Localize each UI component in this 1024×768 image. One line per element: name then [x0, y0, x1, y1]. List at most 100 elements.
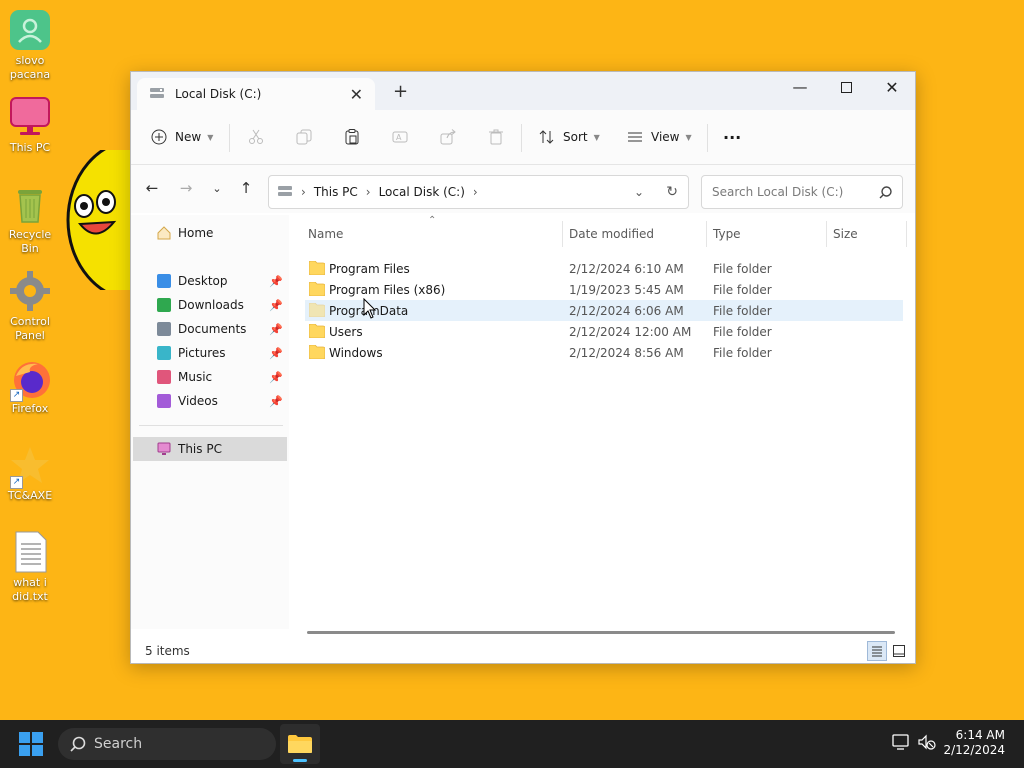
close-window-button[interactable]: ✕	[869, 72, 915, 102]
sidebar-item-downloads[interactable]: Downloads 📌	[133, 293, 287, 317]
up-button[interactable]: ↑	[235, 177, 257, 199]
search-input[interactable]	[710, 184, 879, 200]
share-button[interactable]	[440, 123, 456, 151]
sort-button[interactable]: Sort ▼	[539, 123, 600, 151]
file-row[interactable]: Windows 2/12/2024 8:56 AM File folder	[305, 342, 903, 363]
copy-button[interactable]	[296, 123, 312, 151]
minimize-button[interactable]: —	[777, 72, 823, 102]
rename-button[interactable]: A	[392, 123, 408, 151]
taskbar-clock[interactable]: 6:14 AM 2/12/2024	[943, 728, 1005, 758]
sidebar-item-home[interactable]: Home	[133, 221, 287, 245]
folder-icon	[309, 324, 325, 338]
desktop-icon-label: Recycle Bin	[8, 228, 52, 255]
column-header-size[interactable]: Size	[833, 227, 858, 241]
copy-icon	[296, 129, 312, 145]
chevron-down-icon: ▼	[593, 132, 600, 142]
view-button[interactable]: View ▼	[627, 123, 692, 151]
column-header-date[interactable]: Date modified	[569, 227, 654, 241]
title-bar[interactable]: Local Disk (C:) ✕ + — ✕	[131, 72, 915, 110]
contact-app-icon	[8, 8, 52, 52]
delete-button[interactable]	[488, 123, 504, 151]
pin-icon[interactable]: 📌	[269, 347, 283, 360]
desktop-icon-text-file[interactable]: what i did.txt	[4, 530, 56, 604]
taskbar-search-box[interactable]: Search	[58, 728, 276, 760]
column-header-type[interactable]: Type	[713, 227, 741, 241]
file-date: 2/12/2024 12:00 AM	[569, 325, 692, 339]
forward-button[interactable]: →	[175, 177, 197, 199]
file-date: 2/12/2024 8:56 AM	[569, 346, 684, 360]
recent-locations-button[interactable]: ⌄	[206, 177, 228, 199]
documents-folder-icon	[157, 322, 171, 336]
file-row[interactable]: Program Files 2/12/2024 6:10 AM File fol…	[305, 258, 903, 279]
desktop-icon-label: what i did.txt	[12, 576, 48, 603]
active-app-indicator	[293, 759, 307, 762]
navigation-bar: ← → ⌄ ↑ › This PC › Local Disk (C:) › ⌄ …	[131, 165, 915, 213]
more-options-button[interactable]: ···	[723, 123, 741, 151]
command-bar: New ▼ A Sort ▼ View ▼ ···	[131, 110, 915, 165]
scrollbar-thumb[interactable]	[307, 631, 895, 634]
taskbar-file-explorer-button[interactable]	[280, 724, 320, 764]
status-bar: 5 items	[131, 639, 915, 663]
clock-time: 6:14 AM	[955, 728, 1005, 742]
sidebar-item-videos[interactable]: Videos 📌	[133, 389, 287, 413]
search-box[interactable]	[701, 175, 903, 209]
sidebar-item-documents[interactable]: Documents 📌	[133, 317, 287, 341]
maximize-button[interactable]	[823, 72, 869, 102]
refresh-icon[interactable]: ↻	[666, 184, 678, 200]
item-count: 5 items	[145, 644, 190, 658]
windows-start-icon[interactable]	[19, 732, 43, 756]
pin-icon[interactable]: 📌	[269, 275, 283, 288]
back-button[interactable]: ←	[141, 177, 163, 199]
volume-muted-icon[interactable]	[918, 734, 936, 750]
mouse-cursor-icon	[363, 298, 377, 319]
breadcrumb-local-disk[interactable]: Local Disk (C:)	[379, 185, 465, 199]
details-view-button[interactable]	[867, 641, 887, 661]
file-name: Users	[329, 325, 363, 339]
address-bar[interactable]: › This PC › Local Disk (C:) › ⌄ ↻	[268, 175, 689, 209]
sidebar-item-desktop[interactable]: Desktop 📌	[133, 269, 287, 293]
sidebar-item-this-pc[interactable]: This PC	[133, 437, 287, 461]
desktop-icon-tc-axe[interactable]: ↗ TC&AXE	[4, 443, 56, 503]
search-icon[interactable]	[879, 185, 892, 199]
desktop-icon-firefox[interactable]: ↗ Firefox	[4, 356, 56, 416]
file-row[interactable]: Program Files (x86) 1/19/2023 5:45 AM Fi…	[305, 279, 903, 300]
clipboard-icon	[345, 129, 359, 145]
desktop-icon-recycle-bin[interactable]: Recycle Bin	[4, 182, 56, 256]
file-date: 2/12/2024 6:06 AM	[569, 304, 684, 318]
pin-icon[interactable]: 📌	[269, 299, 283, 312]
clock-date: 2/12/2024	[943, 743, 1005, 757]
desktop-icon-slovo-pacana[interactable]: slovo pacana	[4, 8, 56, 82]
folder-icon	[309, 345, 325, 359]
address-dropdown-icon[interactable]: ⌄	[634, 185, 644, 199]
new-button[interactable]: New ▼	[151, 123, 213, 151]
file-row-hovered[interactable]: ProgramData 2/12/2024 6:06 AM File folde…	[305, 300, 903, 321]
sidebar-item-music[interactable]: Music 📌	[133, 365, 287, 389]
sidebar-item-pictures[interactable]: Pictures 📌	[133, 341, 287, 365]
pin-icon[interactable]: 📌	[269, 395, 283, 408]
network-icon[interactable]	[892, 734, 910, 750]
horizontal-scrollbar[interactable]	[307, 629, 909, 635]
tab-close-icon[interactable]: ✕	[350, 85, 363, 104]
desktop-icon-this-pc[interactable]: This PC	[4, 95, 56, 155]
desktop-icon-label: slovo pacana	[9, 54, 51, 81]
file-row[interactable]: Users 2/12/2024 12:00 AM File folder	[305, 321, 903, 342]
tiles-view-button[interactable]	[889, 641, 909, 661]
pin-icon[interactable]: 📌	[269, 371, 283, 384]
home-icon	[157, 226, 171, 240]
sidebar-item-label: Downloads	[178, 298, 244, 312]
text-file-icon	[8, 530, 52, 574]
paste-button[interactable]	[344, 123, 360, 151]
cut-button[interactable]	[248, 123, 264, 151]
sidebar-item-label: Home	[178, 226, 214, 240]
breadcrumb-this-pc[interactable]: This PC	[314, 185, 358, 199]
search-icon	[70, 736, 86, 752]
new-tab-button[interactable]: +	[393, 81, 408, 102]
tab-local-disk[interactable]: Local Disk (C:) ✕	[137, 78, 375, 110]
tiles-view-icon	[893, 645, 905, 657]
videos-folder-icon	[157, 394, 171, 408]
column-header-name[interactable]: Name	[308, 227, 343, 241]
desktop-icon-control-panel[interactable]: Control Panel	[4, 269, 56, 343]
pin-icon[interactable]: 📌	[269, 323, 283, 336]
star-icon: ↗	[8, 443, 52, 489]
sidebar-item-label: Videos	[178, 394, 218, 408]
